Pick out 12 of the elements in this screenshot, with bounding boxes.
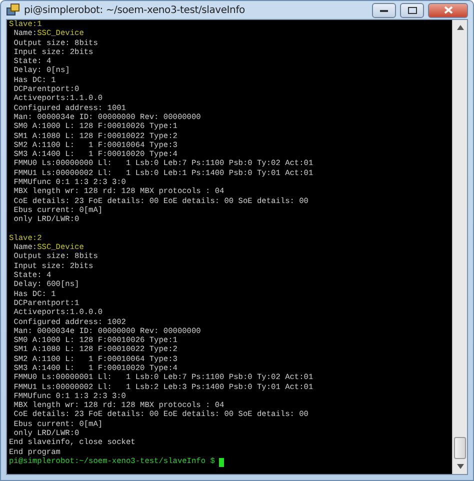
window-title: pi@simplerobot: ~/soem-xeno3-test/slaveInfo: [24, 4, 246, 16]
scrollbar[interactable]: [452, 20, 467, 474]
minimize-icon: [380, 8, 388, 12]
maximize-icon: [408, 6, 416, 14]
scroll-up-icon[interactable]: [456, 25, 464, 30]
scroll-down-icon[interactable]: [456, 464, 464, 469]
minimize-button[interactable]: [372, 2, 396, 18]
terminal-app-icon: [6, 3, 20, 17]
scroll-thumb[interactable]: [454, 437, 466, 459]
close-icon: [444, 6, 452, 14]
maximize-button[interactable]: [400, 2, 424, 18]
close-button[interactable]: [428, 2, 468, 18]
